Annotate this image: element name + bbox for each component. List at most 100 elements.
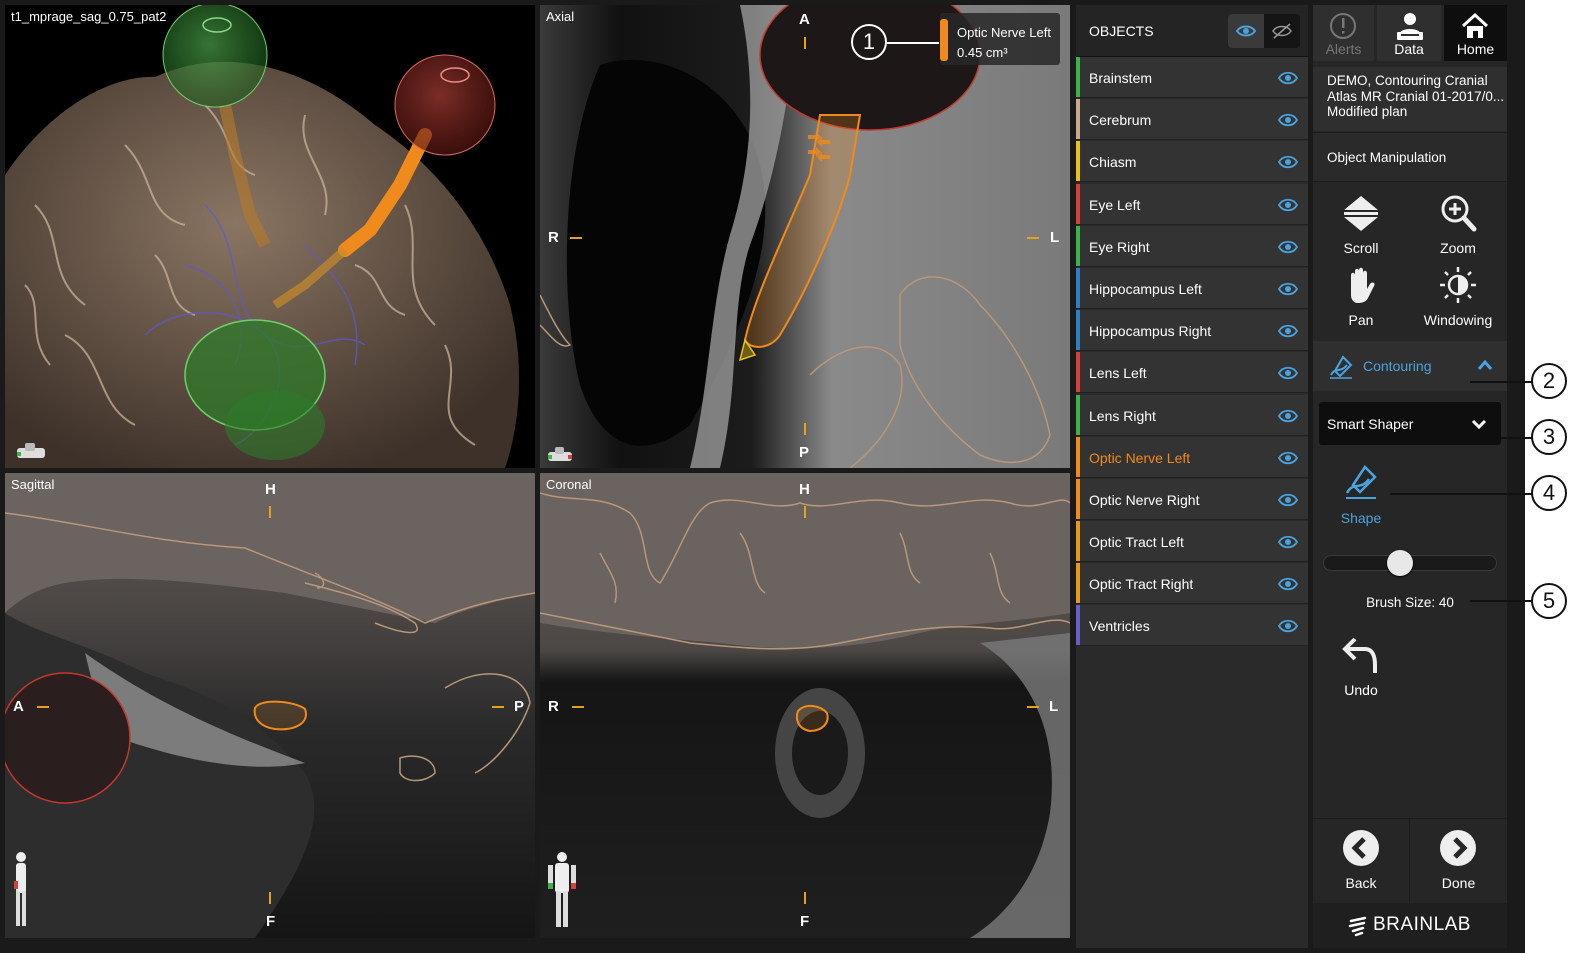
viewport-axial-title: Axial xyxy=(546,9,575,24)
visibility-eye-icon[interactable] xyxy=(1278,493,1298,507)
data-icon xyxy=(1397,13,1423,40)
orient-posterior: P xyxy=(799,444,810,461)
object-row[interactable]: Eye Right xyxy=(1076,225,1308,267)
object-label: Optic Nerve Right xyxy=(1089,491,1200,508)
3d-render xyxy=(5,5,520,468)
visibility-eye-icon[interactable] xyxy=(1278,282,1298,296)
undo-button[interactable]: Undo xyxy=(1313,635,1409,698)
visibility-eye-icon[interactable] xyxy=(1278,324,1298,338)
windowing-label: Windowing xyxy=(1423,312,1493,328)
visibility-toggle[interactable] xyxy=(1228,14,1300,48)
data-button[interactable]: Data xyxy=(1377,5,1441,61)
structure-annotation[interactable]: Optic Nerve Left 0.45 cm³ xyxy=(940,13,1060,65)
body-orientation-icon xyxy=(548,852,576,927)
orient-tick xyxy=(804,37,806,49)
show-all-button[interactable] xyxy=(1228,14,1264,48)
callout-3-leader xyxy=(1500,437,1532,439)
object-label: Brainstem xyxy=(1089,70,1153,86)
object-row[interactable]: Lens Right xyxy=(1076,394,1308,436)
orient-tick xyxy=(492,706,504,708)
object-row[interactable]: Eye Left xyxy=(1076,183,1308,225)
windowing-tool[interactable]: Windowing xyxy=(1410,265,1506,328)
viewport-sagittal-title: Sagittal xyxy=(11,477,55,492)
visibility-eye-icon[interactable] xyxy=(1278,619,1298,633)
orient-tick xyxy=(804,892,806,904)
eye-slash-icon xyxy=(1272,23,1292,39)
callout-3: 3 xyxy=(1531,419,1567,455)
object-row[interactable]: Optic Tract Left xyxy=(1076,521,1308,563)
visibility-eye-icon[interactable] xyxy=(1278,366,1298,380)
object-color-swatch xyxy=(1076,57,1080,97)
visibility-eye-icon[interactable] xyxy=(1278,451,1298,465)
visibility-eye-icon[interactable] xyxy=(1278,535,1298,549)
orient-tick xyxy=(804,423,806,435)
plan-info: DEMO, Contouring Cranial Atlas MR Crania… xyxy=(1313,67,1507,131)
alerts-label: Alerts xyxy=(1325,41,1362,57)
zoom-tool[interactable]: Zoom xyxy=(1410,193,1506,256)
object-row[interactable]: Brainstem xyxy=(1076,57,1308,98)
object-row[interactable]: Chiasm xyxy=(1076,141,1308,183)
object-color-swatch xyxy=(1076,478,1080,519)
hide-all-button[interactable] xyxy=(1264,14,1300,48)
object-row[interactable]: Ventricles xyxy=(1076,605,1308,647)
orient-right: R xyxy=(548,698,559,715)
visibility-eye-icon[interactable] xyxy=(1278,409,1298,423)
chevron-down-icon xyxy=(1471,419,1487,430)
object-row[interactable]: Optic Nerve Left xyxy=(1076,436,1308,478)
visibility-eye-icon[interactable] xyxy=(1278,71,1298,85)
scroll-tool[interactable]: Scroll xyxy=(1313,193,1409,256)
home-label: Home xyxy=(1456,41,1495,57)
objects-title: OBJECTS xyxy=(1089,23,1154,39)
visibility-eye-icon[interactable] xyxy=(1278,198,1298,212)
pan-label: Pan xyxy=(1348,312,1374,328)
orient-tick xyxy=(1027,237,1039,239)
chevron-left-icon xyxy=(1343,830,1379,866)
object-label: Hippocampus Right xyxy=(1089,323,1212,340)
visibility-eye-icon[interactable] xyxy=(1278,240,1298,254)
object-label: Lens Left xyxy=(1089,365,1147,382)
back-button[interactable]: Back xyxy=(1313,819,1410,903)
bottom-navigation: Back Done xyxy=(1313,818,1507,903)
contouring-section-toggle[interactable]: Contouring xyxy=(1313,341,1507,391)
annotation-color-bar xyxy=(940,19,948,61)
object-row[interactable]: Hippocampus Right xyxy=(1076,310,1308,352)
object-color-swatch xyxy=(1076,394,1080,435)
shaper-dropdown[interactable]: Smart Shaper xyxy=(1319,402,1501,445)
callout-4: 4 xyxy=(1531,475,1567,511)
callout-4-leader xyxy=(1390,493,1532,495)
pan-tool[interactable]: Pan xyxy=(1313,265,1409,328)
objects-panel: OBJECTS Brainstem Cerebrum Chiasm Eye Left E… xyxy=(1076,5,1308,948)
objects-header: OBJECTS xyxy=(1076,5,1308,57)
object-row[interactable]: Hippocampus Left xyxy=(1076,267,1308,309)
visibility-eye-icon[interactable] xyxy=(1278,113,1298,127)
plan-dataset: Atlas MR Cranial 01-2017/0... xyxy=(1327,88,1503,104)
hand-icon xyxy=(1351,267,1375,303)
orient-tick xyxy=(269,892,271,904)
object-label: Ventricles xyxy=(1089,618,1150,635)
orient-posterior: P xyxy=(514,698,525,715)
contouring-label: Contouring xyxy=(1363,358,1432,374)
home-button[interactable]: Home xyxy=(1444,5,1507,61)
brush-size-slider-knob[interactable] xyxy=(1386,550,1413,576)
viewport-3d[interactable]: t1_mprage_sag_0.75_pat2 xyxy=(5,5,535,468)
object-row[interactable]: Optic Tract Right xyxy=(1076,563,1308,605)
visibility-eye-icon[interactable] xyxy=(1278,155,1298,169)
eye-icon xyxy=(1235,25,1257,37)
object-row[interactable]: Cerebrum xyxy=(1076,99,1308,141)
done-label: Done xyxy=(1441,875,1476,891)
object-color-swatch xyxy=(1076,99,1080,140)
object-row[interactable]: Lens Left xyxy=(1076,352,1308,394)
object-row[interactable]: Optic Nerve Right xyxy=(1076,478,1308,520)
viewport-sagittal[interactable]: Sagittal H F A P xyxy=(5,473,535,938)
viewport-coronal[interactable]: Coronal H F R L xyxy=(540,473,1070,938)
viewport-coronal-title: Coronal xyxy=(546,477,592,492)
viewport-axial[interactable]: Axial A P R L Optic Nerve Left 0.45 cm³ xyxy=(540,5,1070,468)
orient-tick xyxy=(804,506,806,518)
visibility-eye-icon[interactable] xyxy=(1278,577,1298,591)
done-button[interactable]: Done xyxy=(1410,819,1507,903)
alerts-button[interactable]: Alerts xyxy=(1313,5,1374,61)
orient-head: H xyxy=(265,481,276,498)
orient-tick xyxy=(572,706,584,708)
orient-foot: F xyxy=(800,913,810,930)
object-color-swatch xyxy=(1076,183,1080,224)
